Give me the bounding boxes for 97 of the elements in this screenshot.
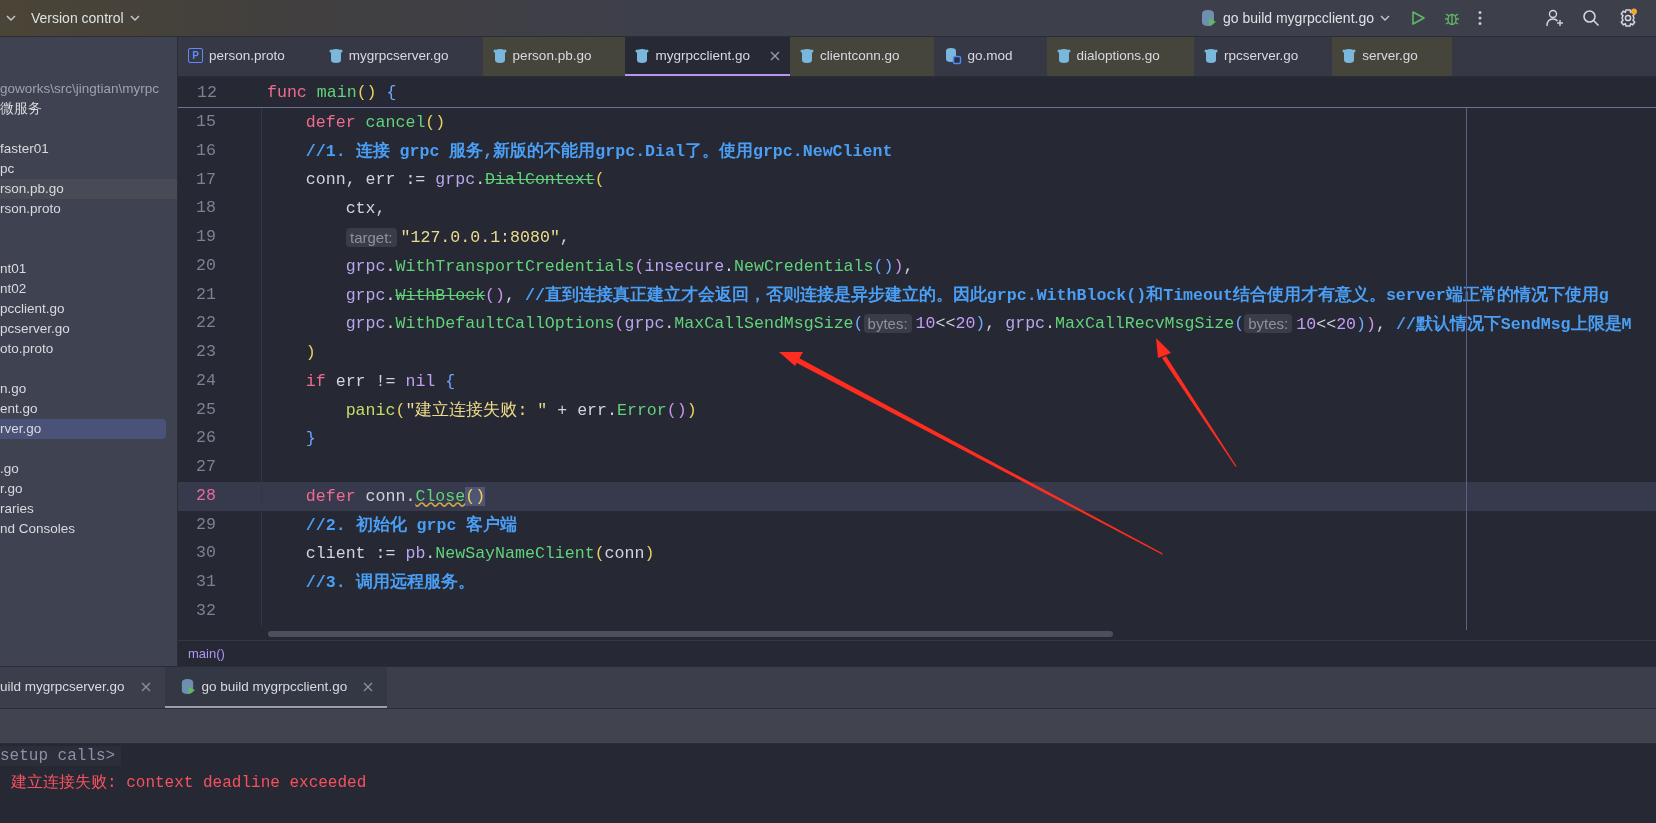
close-icon[interactable] bbox=[769, 50, 780, 61]
horizontal-scrollbar[interactable] bbox=[268, 631, 1113, 637]
code-comment: //1. 连接 grpc 服务,新版的不能用grpc.Dial了。使用grpc.NewClient bbox=[304, 140, 893, 163]
go-file-icon bbox=[1342, 47, 1357, 64]
tree-item[interactable]: rver.go bbox=[0, 419, 166, 439]
module-file-icon bbox=[943, 46, 962, 65]
tree-item[interactable]: n.go bbox=[0, 379, 160, 399]
more-icon[interactable] bbox=[1478, 10, 1482, 26]
chevron-down-icon[interactable] bbox=[6, 13, 16, 23]
tree-item[interactable]: 微服务 bbox=[0, 99, 160, 119]
editor-tab[interactable]: mygrpcserver.go bbox=[318, 37, 483, 76]
code-text: } bbox=[304, 429, 316, 449]
settings-icon[interactable] bbox=[1618, 8, 1638, 28]
version-control-menu[interactable]: Version control bbox=[31, 10, 140, 26]
go-file-icon bbox=[492, 47, 507, 64]
run-tab[interactable]: go build mygrpcclient.go bbox=[164, 667, 388, 708]
project-path[interactable]: goworks\src\jingtian\myrpc bbox=[0, 79, 160, 99]
tree-item[interactable]: pc bbox=[0, 159, 160, 179]
code-text: client := pb.NewSayNameClient(conn) bbox=[304, 544, 655, 564]
inlay-hint: target: bbox=[346, 227, 397, 247]
go-file-icon bbox=[1203, 47, 1218, 64]
line-number: 12 bbox=[196, 82, 218, 102]
search-icon[interactable] bbox=[1582, 9, 1600, 27]
line-number: 17 bbox=[178, 165, 262, 195]
line-number: 24 bbox=[178, 366, 262, 396]
code-text: ) bbox=[304, 342, 316, 362]
line-number: 31 bbox=[178, 568, 262, 597]
go-file-icon bbox=[635, 47, 650, 64]
line-number: 29 bbox=[178, 510, 262, 540]
code-text: defer conn.Close() bbox=[304, 486, 486, 506]
inlay-hint: bytes: bbox=[863, 314, 912, 334]
chevron-down-icon bbox=[129, 13, 140, 23]
tree-item[interactable]: rson.proto bbox=[0, 199, 160, 219]
editor-tab[interactable]: person.pb.go bbox=[482, 37, 626, 76]
line-number: 16 bbox=[178, 136, 262, 166]
line-number: 26 bbox=[178, 424, 262, 453]
run-tab[interactable]: uild mygrpcserver.go bbox=[0, 667, 165, 708]
line-number: 32 bbox=[178, 596, 262, 626]
editor-tab[interactable]: go.mod bbox=[933, 37, 1047, 76]
line-number: 27 bbox=[178, 453, 262, 482]
tree-item[interactable]: nt02 bbox=[0, 279, 160, 299]
console-error-line: 建立连接失败: context deadline exceeded bbox=[10, 772, 368, 793]
line-number: 19 bbox=[178, 223, 262, 252]
line-number: 28 bbox=[178, 481, 262, 511]
tree-item[interactable]: pcserver.go bbox=[0, 319, 160, 339]
code-text: func main() { bbox=[267, 82, 397, 102]
line-number: 30 bbox=[178, 539, 262, 568]
editor-tab[interactable]: mygrpcclient.go bbox=[625, 37, 790, 76]
tree-item[interactable]: rson.pb.go bbox=[0, 179, 177, 199]
editor-tab[interactable]: clientconn.go bbox=[789, 37, 934, 76]
tree-item[interactable]: ent.go bbox=[0, 399, 160, 419]
editor-tab[interactable]: server.go bbox=[1332, 37, 1452, 76]
inlay-hint: bytes: bbox=[1244, 314, 1293, 334]
code-text: conn, err := grpc.DialContext( bbox=[304, 170, 605, 190]
line-number: 15 bbox=[178, 108, 262, 137]
code-text: grpc.WithDefaultCallOptions(grpc.MaxCallSendMsgSize( bbox=[344, 314, 864, 334]
run-icon[interactable] bbox=[1410, 10, 1426, 26]
code-text: ctx, bbox=[344, 199, 386, 219]
tree-item[interactable]: .go bbox=[0, 459, 160, 479]
tree-item[interactable]: oto.proto bbox=[0, 339, 160, 359]
add-user-icon[interactable] bbox=[1546, 9, 1564, 27]
code-text: "127.0.0.1:8080", bbox=[400, 227, 570, 247]
tree-item[interactable]: raries bbox=[0, 499, 160, 519]
editor-tab[interactable]: rpcserver.go bbox=[1193, 37, 1333, 76]
debug-bug-icon[interactable] bbox=[1444, 10, 1460, 26]
tree-item[interactable]: nd Consoles bbox=[0, 519, 160, 539]
code-comment: //3. 调用远程服务。 bbox=[304, 572, 475, 594]
proto-file-icon: P bbox=[188, 48, 203, 63]
tree-item[interactable]: pcclient.go bbox=[0, 299, 160, 319]
code-text: defer cancel() bbox=[304, 112, 446, 132]
code-text: if err != nil { bbox=[304, 371, 456, 391]
code-text: 10<<20)), //默认情况下SendMsg上限是M bbox=[1296, 313, 1632, 335]
breadcrumb-item[interactable]: main() bbox=[188, 646, 225, 661]
tree-item[interactable]: faster01 bbox=[0, 139, 160, 159]
go-file-icon bbox=[799, 47, 814, 64]
tree-item[interactable]: nt01 bbox=[0, 259, 160, 279]
line-number: 21 bbox=[178, 280, 262, 310]
close-icon[interactable] bbox=[140, 681, 151, 692]
tree-item[interactable]: r.go bbox=[0, 479, 160, 499]
code-comment: //2. 初始化 grpc 客户端 bbox=[304, 514, 518, 536]
code-text: panic("建立连接失败: " + err.Error()) bbox=[344, 399, 697, 421]
line-number: 22 bbox=[178, 309, 262, 338]
line-number: 18 bbox=[178, 194, 262, 223]
line-number: 25 bbox=[178, 395, 262, 425]
editor-tab[interactable]: dialoptions.go bbox=[1046, 37, 1194, 76]
line-number: 20 bbox=[178, 251, 262, 281]
go-file-icon bbox=[328, 47, 343, 64]
code-text: grpc.WithTransportCredentials(insecure.NewCredentials()), bbox=[344, 256, 914, 276]
console-prompt: setup calls> bbox=[0, 746, 122, 766]
code-text: 10<<20), grpc.MaxCallRecvMsgSize( bbox=[915, 314, 1245, 334]
close-icon[interactable] bbox=[363, 681, 374, 692]
run-configuration-selector[interactable]: go build mygrpcclient.go bbox=[1199, 9, 1390, 27]
go-file-icon bbox=[1056, 47, 1071, 64]
editor-tab[interactable]: P person.proto bbox=[178, 37, 319, 76]
line-number: 23 bbox=[178, 338, 262, 367]
chevron-down-icon bbox=[1380, 13, 1390, 23]
go-run-icon bbox=[1199, 9, 1217, 27]
